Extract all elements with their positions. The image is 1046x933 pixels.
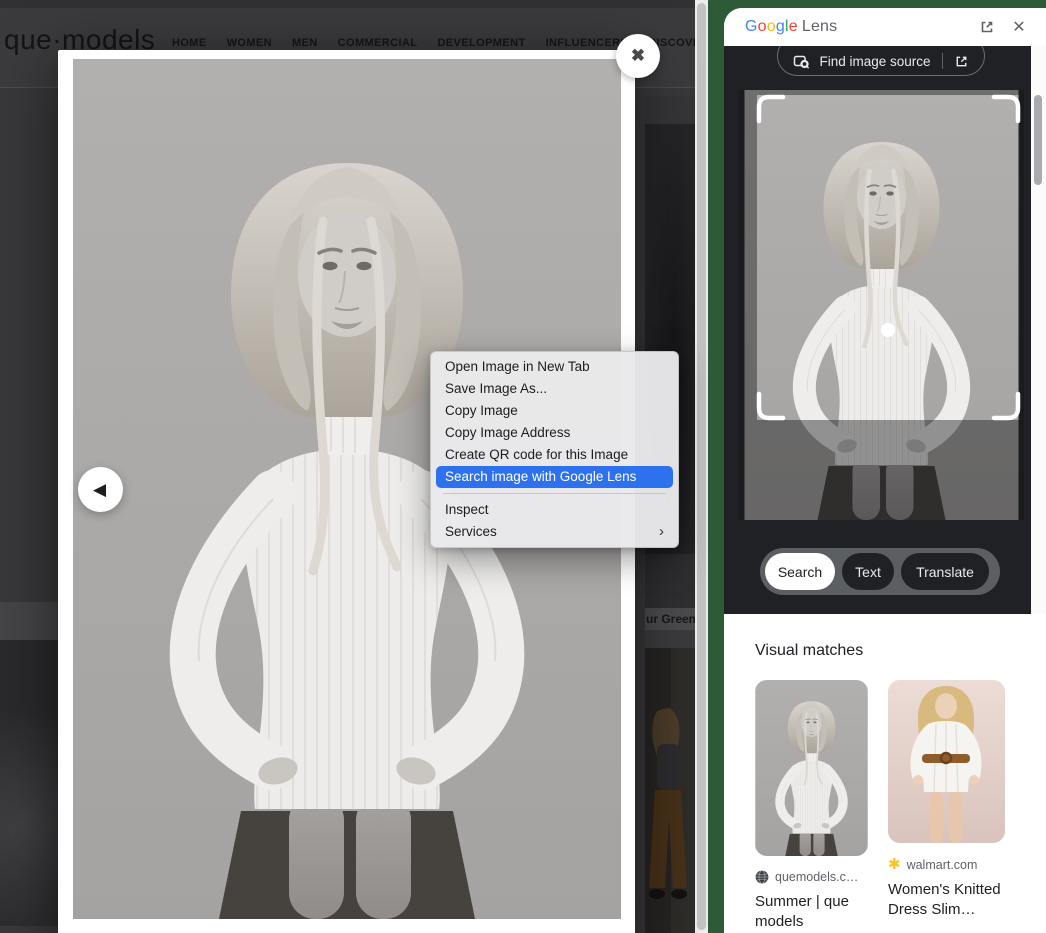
logo-letter: G	[745, 18, 758, 35]
find-image-source-button[interactable]: Find image source	[777, 46, 985, 76]
lens-scrollbar-thumb[interactable]	[1034, 95, 1042, 185]
lightbox-close-button[interactable]: ✖	[616, 34, 660, 78]
visual-match-card[interactable]: ✱ walmart.com Women's Knitted Dress Slim…	[888, 680, 1005, 933]
lens-header: GoogleLens ✕	[724, 8, 1046, 46]
button-divider	[942, 53, 943, 69]
background-card-strip	[645, 554, 695, 608]
background-caption: ur Green	[645, 608, 695, 630]
menu-item-services-label: Services	[445, 521, 497, 543]
nav-item-commercial[interactable]: COMMERCIAL	[338, 37, 418, 49]
crop-selection[interactable]	[739, 90, 1024, 520]
open-in-new-icon[interactable]	[954, 54, 969, 69]
background-card-footer	[0, 926, 60, 933]
menu-item-services[interactable]: Services ›	[431, 521, 678, 543]
page-scrollbar[interactable]	[695, 0, 708, 933]
nav-item-home[interactable]: HOME	[172, 37, 207, 49]
menu-item-open-image-new-tab[interactable]: Open Image in New Tab	[431, 356, 678, 378]
screen: que·models HOME WOMEN MEN COMMERCIAL DEV…	[0, 0, 1046, 933]
lens-results: Visual matches	[724, 614, 1046, 933]
open-in-new-tab-icon[interactable]	[974, 14, 1000, 40]
lens-mode-tabs: Search Text Translate	[760, 548, 1000, 595]
background-card-strip	[645, 630, 695, 648]
find-image-source-label: Find image source	[819, 54, 930, 69]
logo-letter: o	[758, 18, 767, 35]
menu-item-copy-image[interactable]: Copy Image	[431, 400, 678, 422]
nav-item-women[interactable]: WOMEN	[227, 37, 272, 49]
logo-letter: o	[767, 18, 776, 35]
previous-image-button[interactable]: ◀	[78, 467, 123, 512]
visual-match-card[interactable]: quemodels.c… Summer | que models	[755, 680, 868, 933]
logo-letter: e	[789, 18, 798, 35]
visual-matches-grid: quemodels.c… Summer | que models ✱ walma…	[755, 680, 1046, 933]
match-source: quemodels.c…	[775, 870, 858, 884]
globe-favicon	[755, 870, 769, 884]
menu-item-save-image-as[interactable]: Save Image As...	[431, 378, 678, 400]
menu-item-search-google-lens[interactable]: Search image with Google Lens	[436, 466, 673, 488]
nav-item-development[interactable]: DEVELOPMENT	[437, 37, 525, 49]
lens-body: Find image source	[724, 46, 1046, 614]
match-source-row: ✱ walmart.com	[888, 857, 1005, 872]
walmart-product-photo	[888, 680, 1005, 843]
page-scrollbar-thumb[interactable]	[697, 3, 706, 930]
tab-translate[interactable]: Translate	[901, 553, 989, 590]
submenu-chevron-icon: ›	[659, 521, 664, 543]
visual-matches-title: Visual matches	[755, 642, 1046, 660]
lens-query-image[interactable]	[739, 90, 1024, 520]
match-thumbnail[interactable]	[888, 680, 1005, 843]
match-thumbnail[interactable]	[755, 680, 868, 856]
arrow-left-icon: ◀	[93, 480, 106, 500]
background-card-strip	[645, 96, 695, 124]
menu-item-create-qr-code[interactable]: Create QR code for this Image	[431, 444, 678, 466]
close-icon: ✖	[631, 46, 645, 66]
match-title[interactable]: Summer | que models	[755, 892, 868, 933]
match-source-row: quemodels.c…	[755, 870, 868, 884]
nav-item-men[interactable]: MEN	[292, 37, 318, 49]
logo-letter: g	[776, 18, 785, 35]
tab-search[interactable]: Search	[765, 553, 835, 590]
image-search-icon	[793, 53, 810, 70]
logo-suffix: Lens	[802, 18, 838, 35]
google-lens-logo: GoogleLens	[745, 18, 837, 36]
nav-item-influencers[interactable]: INFLUENCERS	[546, 37, 629, 49]
crop-center-handle[interactable]	[881, 323, 895, 337]
menu-separator	[443, 493, 666, 494]
context-menu: Open Image in New Tab Save Image As... C…	[430, 351, 679, 548]
walmart-favicon: ✱	[888, 857, 901, 872]
background-thumbnail-color	[645, 648, 695, 933]
menu-item-copy-image-address[interactable]: Copy Image Address	[431, 422, 678, 444]
menu-item-inspect[interactable]: Inspect	[431, 499, 678, 521]
background-card-strip	[0, 602, 60, 640]
background-thumbnail-left	[0, 640, 60, 926]
model-photo	[755, 680, 868, 856]
lens-scrollbar[interactable]	[1031, 46, 1046, 614]
tab-text[interactable]: Text	[842, 553, 894, 590]
google-lens-panel: GoogleLens ✕ Find image sou	[724, 8, 1046, 933]
match-source: walmart.com	[907, 858, 978, 872]
crop-corner-handles[interactable]	[759, 97, 1018, 418]
dimmed-photo	[645, 648, 695, 933]
lens-close-icon[interactable]: ✕	[1006, 14, 1032, 40]
match-title[interactable]: Women's Knitted Dress Slim…	[888, 880, 1005, 921]
